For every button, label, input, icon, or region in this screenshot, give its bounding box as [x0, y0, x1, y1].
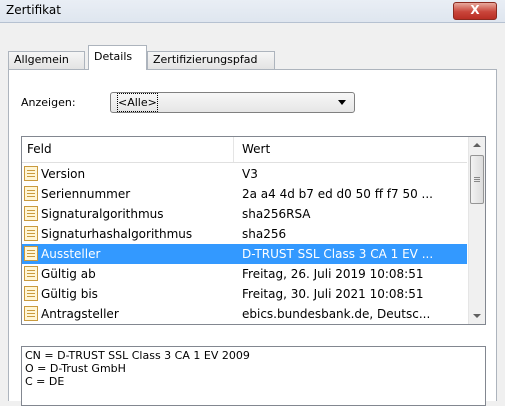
certificate-field-icon: [24, 246, 38, 261]
field-value: D-TRUST SSL Class 3 CA 1 EV ...: [242, 247, 434, 261]
list-item[interactable]: Version V3: [22, 164, 467, 184]
field-name: Signaturalgorithmus: [41, 207, 164, 221]
list-item[interactable]: Gültig bis Freitag, 30. Juli 2021 10:08:5…: [22, 284, 467, 304]
field-value: sha256: [242, 227, 287, 241]
field-name: Antragsteller: [41, 307, 119, 321]
field-value: Freitag, 30. Juli 2021 10:08:51: [242, 287, 424, 301]
detail-line: O = D-Trust GmbH: [25, 362, 126, 375]
field-name: Signaturhashalgorithmus: [41, 227, 193, 241]
tab-details[interactable]: Details: [88, 45, 147, 70]
list-item[interactable]: Antragsteller ebics.bundesbank.de, Deutsc…: [22, 304, 467, 324]
field-name: Aussteller: [41, 247, 101, 261]
list-header: Feld Wert: [22, 137, 467, 163]
detail-line: C = DE: [25, 375, 65, 388]
field-name: Gültig ab: [41, 267, 96, 281]
show-select-value: <Alle>: [117, 93, 158, 112]
cell-feld: Aussteller: [23, 244, 241, 264]
tab-strip: Allgemein Details Zertifizierungspfad: [8, 45, 498, 70]
list-item[interactable]: Aussteller D-TRUST SSL Class 3 CA 1 EV ..…: [22, 244, 467, 264]
field-name: Gültig bis: [41, 287, 98, 301]
show-select[interactable]: <Alle>: [110, 92, 355, 113]
certificate-field-icon: [24, 306, 38, 321]
scroll-down-arrow-icon[interactable]: [469, 307, 485, 324]
field-value: ebics.bundesbank.de, Deutsc...: [242, 307, 431, 321]
list-item[interactable]: Signaturhashalgorithmus sha256: [22, 224, 467, 244]
cell-feld: Gültig ab: [23, 264, 241, 284]
certificate-field-icon: [24, 266, 38, 281]
certificate-field-icon: [24, 286, 38, 301]
list-item[interactable]: Signaturalgorithmus sha256RSA: [22, 204, 467, 224]
title-bar: Zertifikat X: [0, 0, 505, 23]
certificate-field-icon: [24, 206, 38, 221]
tab-zertifizierungspfad[interactable]: Zertifizierungspfad: [147, 51, 275, 69]
tab-label: Zertifizierungspfad: [153, 53, 258, 66]
field-value: V3: [242, 167, 258, 181]
close-icon: X: [470, 3, 480, 17]
column-header-wert[interactable]: Wert: [234, 137, 467, 162]
detail-line: CN = D-TRUST SSL Class 3 CA 1 EV 2009: [25, 349, 250, 362]
column-header-feld[interactable]: Feld: [22, 137, 234, 162]
list-item[interactable]: Gültig ab Freitag, 26. Juli 2019 10:08:51: [22, 264, 467, 284]
field-name: Version: [41, 167, 86, 181]
tab-label: Allgemein: [14, 53, 69, 66]
certificate-field-icon: [24, 186, 38, 201]
grip-icon: [474, 177, 480, 178]
field-name: Seriennummer: [41, 187, 131, 201]
window-title: Zertifikat: [6, 3, 61, 17]
cell-feld: Seriennummer: [23, 184, 241, 204]
show-label: Anzeigen:: [21, 96, 76, 109]
vertical-scrollbar[interactable]: [468, 137, 485, 324]
tab-label: Details: [94, 50, 133, 63]
field-value: sha256RSA: [242, 207, 311, 221]
field-value: Freitag, 26. Juli 2019 10:08:51: [242, 267, 424, 281]
list-item[interactable]: Seriennummer 2a a4 4d b7 ed d0 50 ff f7 5…: [22, 184, 467, 204]
field-value: 2a a4 4d b7 ed d0 50 ff f7 50 ...: [242, 187, 433, 201]
cell-feld: Gültig bis: [23, 284, 241, 304]
cell-feld: Version: [23, 164, 241, 184]
field-list[interactable]: Feld Wert Version V3 Seriennummer 2a a4 4d …: [21, 136, 486, 325]
chevron-down-icon: [338, 100, 346, 105]
tab-allgemein[interactable]: Allgemein: [8, 51, 85, 69]
certificate-field-icon: [24, 166, 38, 181]
certificate-field-icon: [24, 226, 38, 241]
cell-feld: Antragsteller: [23, 304, 241, 324]
cell-feld: Signaturalgorithmus: [23, 204, 241, 224]
scroll-thumb[interactable]: [470, 155, 484, 204]
field-detail-text[interactable]: CN = D-TRUST SSL Class 3 CA 1 EV 2009 O =…: [21, 346, 486, 406]
cell-feld: Signaturhashalgorithmus: [23, 224, 241, 244]
close-button[interactable]: X: [453, 2, 497, 20]
scroll-up-arrow-icon[interactable]: [469, 137, 485, 154]
list-rows: Version V3 Seriennummer 2a a4 4d b7 ed d0 5…: [22, 164, 467, 324]
